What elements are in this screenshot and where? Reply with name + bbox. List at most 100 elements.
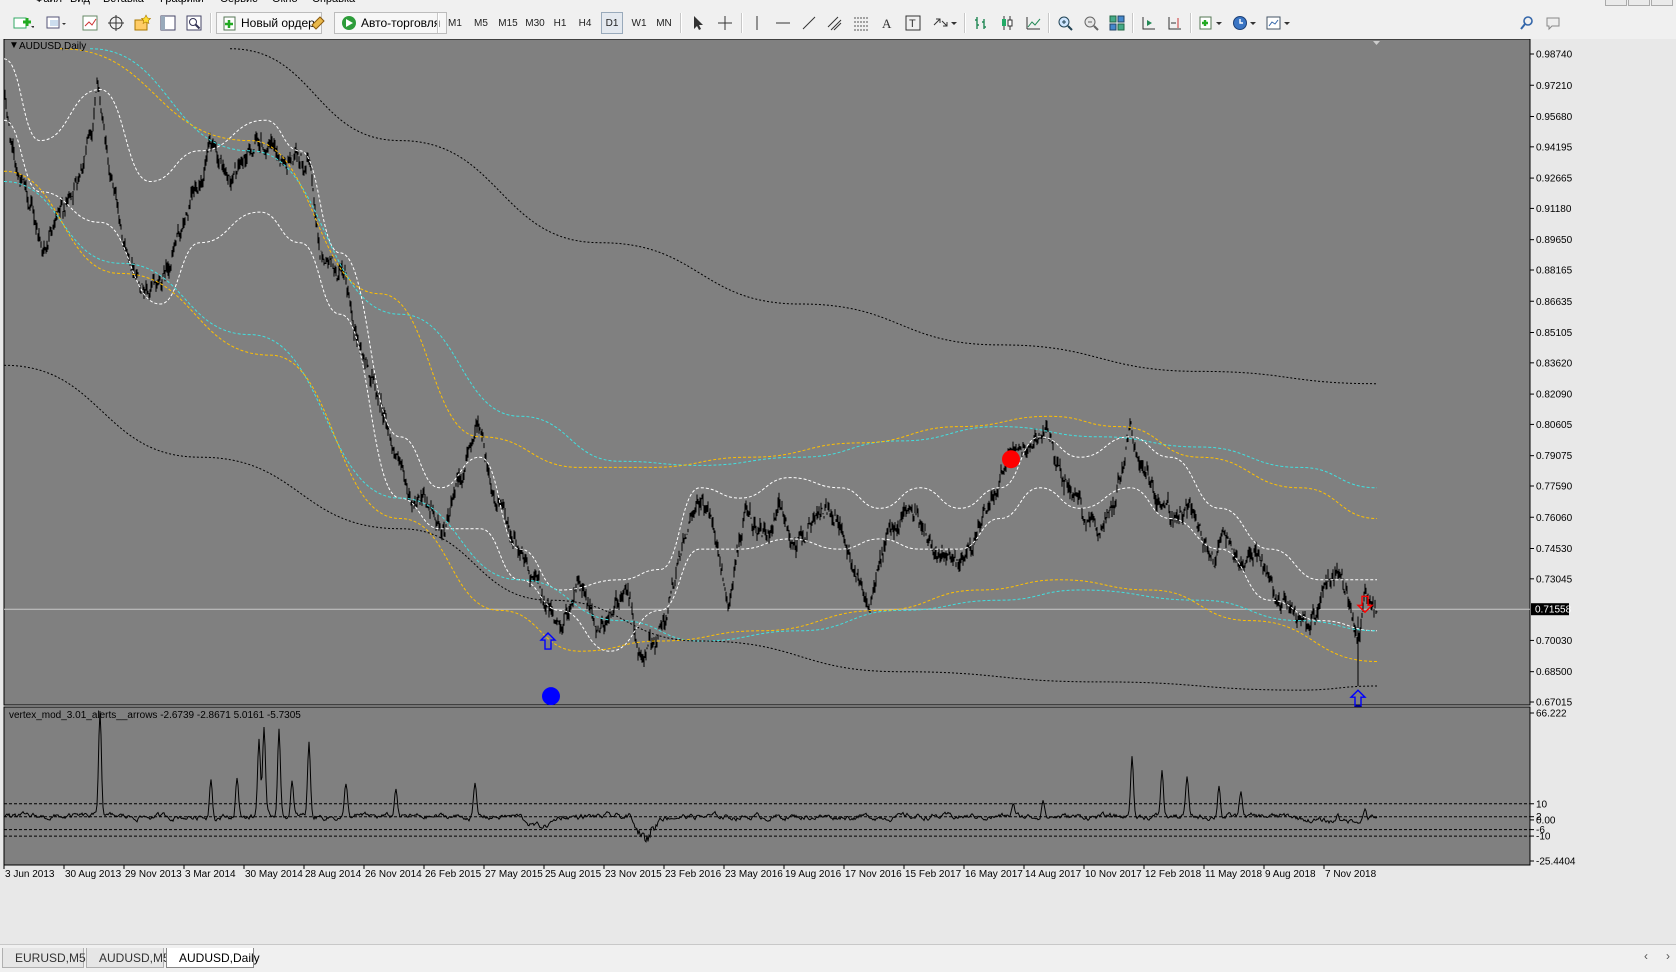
meta-editor-button[interactable] [306, 12, 330, 34]
templates-menu-button[interactable] [1264, 12, 1294, 34]
horizontal-line-button[interactable] [772, 12, 794, 34]
arrows-icon [933, 18, 957, 27]
timeframe-w1[interactable]: W1 [627, 12, 651, 34]
cursor-tool-button[interactable] [687, 12, 709, 34]
date-tick-label: 10 Nov 2017 [1085, 869, 1142, 880]
crosshair-tool-button[interactable] [714, 12, 736, 34]
price-tick-label: 0.68500 [1536, 667, 1573, 678]
text-label-button[interactable]: T [902, 12, 924, 34]
menu-bar: Файл Вид Вставка Графики Сервис Окно Справка [0, 0, 1676, 7]
osc-tick-label: -25.4404 [1536, 857, 1576, 868]
tab-scroll-left-icon[interactable]: ‹ [1644, 949, 1648, 963]
zoom-in-icon [1058, 16, 1073, 31]
tester-icon [186, 15, 202, 31]
fibonacci-button[interactable] [850, 12, 872, 34]
timeframe-d1[interactable]: D1 [601, 12, 623, 34]
market-watch-button[interactable] [79, 12, 101, 34]
new-chart-button[interactable] [8, 12, 38, 34]
profiles-icon [46, 16, 66, 29]
date-tick-label: 26 Feb 2015 [425, 869, 482, 880]
timeframe-mn[interactable]: MN [652, 12, 676, 34]
timeframe-h4[interactable]: H4 [574, 12, 596, 34]
indicators-menu-button[interactable] [1196, 12, 1226, 34]
bar-chart-button[interactable] [970, 12, 992, 34]
date-tick-label: 16 May 2017 [965, 869, 1023, 880]
date-tick-label: 19 Aug 2016 [785, 869, 842, 880]
chart-shift-button[interactable] [1164, 12, 1186, 34]
clock-icon [1233, 16, 1256, 30]
price-tick-label: 0.89650 [1536, 235, 1573, 246]
price-tick-label: 0.91180 [1536, 204, 1572, 215]
price-tick-label: 0.74530 [1536, 544, 1573, 555]
vertical-line-button[interactable] [746, 12, 768, 34]
line-chart-button[interactable] [1022, 12, 1044, 34]
timeframe-m30[interactable]: M30 [522, 12, 548, 34]
date-tick-label: 17 Nov 2016 [845, 869, 902, 880]
zoom-out-button[interactable] [1080, 12, 1102, 34]
timeframe-m5[interactable]: M5 [469, 12, 493, 34]
periods-menu-button[interactable] [1230, 12, 1260, 34]
tile-windows-icon [1109, 15, 1125, 31]
chart-tab[interactable]: AUDUSD,Daily [166, 948, 260, 968]
timeframe-m15[interactable]: M15 [495, 12, 521, 34]
arrows-menu-button[interactable] [930, 12, 960, 34]
price-tick-label: 0.67015 [1536, 698, 1573, 709]
date-tick-label: 15 Feb 2017 [905, 869, 962, 880]
autoscroll-button[interactable] [1138, 12, 1160, 34]
date-tick-label: 3 Jun 2013 [5, 869, 55, 880]
zoom-in-button[interactable] [1054, 12, 1076, 34]
current-price-label: 0.71558 [1535, 605, 1572, 616]
strategy-tester-button[interactable] [183, 12, 205, 34]
timeframe-m1[interactable]: M1 [443, 12, 467, 34]
date-tick-label: 9 Aug 2018 [1265, 869, 1316, 880]
chat-button[interactable] [1542, 12, 1566, 34]
price-tick-label: 0.80605 [1536, 420, 1573, 431]
navigator-button[interactable] [131, 12, 153, 34]
menu-item[interactable]: Справка [312, 0, 355, 5]
price-tick-label: 0.97210 [1536, 81, 1573, 92]
tab-scroll-right-icon[interactable]: › [1666, 949, 1670, 963]
menu-item[interactable]: Вставка [103, 0, 144, 5]
date-tick-label: 29 Nov 2013 [125, 869, 182, 880]
menu-item[interactable]: Сервис [220, 0, 258, 5]
new-order-icon [223, 16, 236, 31]
data-window-button[interactable] [105, 12, 127, 34]
chart-tab[interactable]: EURUSD,M5 [2, 948, 86, 968]
text-tool-button[interactable]: A [876, 12, 898, 34]
bar-chart-icon [975, 17, 986, 29]
menu-item[interactable]: Вид [70, 0, 90, 5]
menu-item[interactable]: Графики [160, 0, 204, 5]
close-button[interactable] [1651, 0, 1673, 6]
chart-tabs-bar: EURUSD,M5 AUDUSD,M5 AUDUSD,Daily ‹ › [0, 944, 1676, 972]
price-tick-label: 0.88165 [1536, 266, 1573, 277]
search-button[interactable] [1516, 12, 1538, 34]
price-tick-label: 0.92665 [1536, 174, 1573, 185]
trendline-button[interactable] [798, 12, 820, 34]
minimize-button[interactable] [1605, 0, 1627, 6]
chart-canvas[interactable]: 0.98740 0.97210 0.95680 0.94195 0.92665 0.911… [0, 39, 1676, 944]
chart-collapse-arrow[interactable]: ▼ [9, 40, 19, 51]
price-chart-area[interactable] [3, 39, 1531, 707]
indicators-icon [1199, 16, 1222, 30]
date-tick-label: 7 Nov 2018 [1325, 869, 1377, 880]
terminal-button[interactable] [157, 12, 179, 34]
restore-button[interactable] [1628, 0, 1650, 6]
chart-tab[interactable]: AUDUSD,M5 [86, 948, 170, 968]
date-tick-label: 23 Nov 2015 [605, 869, 662, 880]
indicator-label: vertex_mod_3.01_alerts__arrows -2.6739 -… [9, 710, 301, 721]
tile-windows-button[interactable] [1106, 12, 1128, 34]
oscillator-subwindow[interactable] [3, 706, 1531, 866]
tab-scroll-controls: ‹ › [1644, 949, 1670, 963]
autotrading-icon [342, 16, 356, 30]
candlestick-button[interactable] [996, 12, 1018, 34]
autotrading-button[interactable]: Авто-торговля [334, 12, 448, 34]
date-tick-label: 12 Feb 2018 [1145, 869, 1202, 880]
chart-tab-label: AUDUSD,Daily [179, 950, 260, 965]
profiles-button[interactable] [42, 12, 70, 34]
equidistant-channel-button[interactable] [824, 12, 846, 34]
timeframe-h1[interactable]: H1 [549, 12, 571, 34]
menu-item[interactable]: Окно [272, 0, 298, 5]
date-tick-label: 25 Aug 2015 [545, 869, 602, 880]
menu-item[interactable]: Файл [35, 0, 62, 5]
signal-dot [1002, 450, 1020, 469]
